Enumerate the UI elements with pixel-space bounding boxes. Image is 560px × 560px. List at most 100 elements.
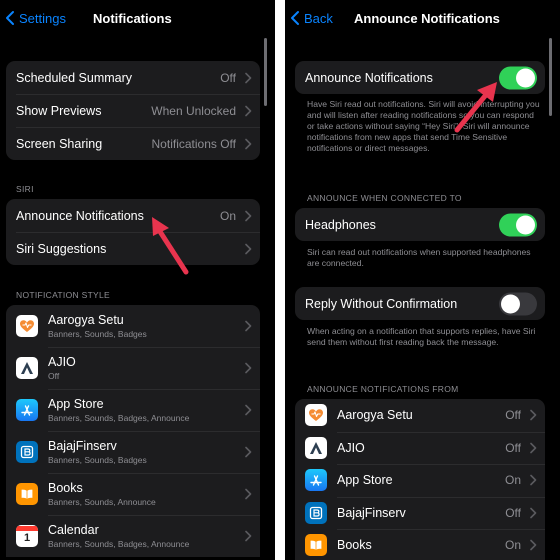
app-row-app-store[interactable]: App Store Banners, Sounds, Badges, Annou… (6, 389, 260, 431)
back-label: Back (304, 10, 333, 26)
app-name: Aarogya Setu (48, 313, 124, 327)
chevron-right-icon (245, 243, 252, 254)
chevron-left-icon (4, 10, 16, 26)
section-header-connected: ANNOUNCE WHEN CONNECTED TO (307, 193, 462, 203)
app-name: Books (48, 481, 83, 495)
annotation-arrow-icon (454, 82, 497, 133)
headphones-footnote: Siri can read out notifications when sup… (307, 247, 531, 268)
app-notification-summary: Banners, Sounds, Announce (48, 497, 156, 507)
annotation-arrow-icon (152, 217, 189, 275)
announce-notifications-screen: Back Announce Notifications Announce Not… (285, 0, 560, 560)
scrollbar[interactable] (549, 38, 552, 116)
ajio-icon (16, 357, 38, 379)
scrollbar[interactable] (264, 38, 267, 106)
app-notification-summary: Banners, Sounds, Badges (48, 455, 147, 465)
headphones-toggle[interactable] (499, 213, 537, 236)
app-name: BajajFinserv (337, 505, 406, 520)
headphones-group: Headphones (295, 208, 545, 241)
app-row-aarogya-setu[interactable]: Aarogya Setu Off (295, 399, 545, 432)
announce-from-list: Aarogya Setu Off AJIO Off App Store On B… (295, 399, 545, 560)
app-row-bajaj-finserv[interactable]: BajajFinserv Banners, Sounds, Badges (6, 431, 260, 473)
row-announce-notifications[interactable]: Announce Notifications (295, 61, 545, 94)
chevron-right-icon (245, 321, 252, 332)
calendar-icon: 1 (16, 525, 38, 547)
app-announce-state: On (504, 473, 521, 488)
page-title: Announce Notifications (354, 11, 500, 26)
chevron-right-icon (245, 363, 252, 374)
row-value: When Unlocked (151, 103, 236, 118)
announce-group: Announce Notifications (295, 61, 545, 94)
row-label: Announce Notifications (305, 70, 433, 85)
bajaj-finserv-icon (305, 501, 327, 524)
row-screen-sharing[interactable]: Screen Sharing Notifications Off (6, 127, 260, 160)
app-notification-summary: Banners, Sounds, Badges (48, 329, 147, 339)
row-scheduled-summary[interactable]: Scheduled Summary Off (6, 61, 260, 94)
toggle-knob (516, 215, 535, 234)
row-announce-notifications[interactable]: Announce Notifications On (6, 199, 260, 232)
page-title: Notifications (93, 11, 172, 26)
chevron-right-icon (245, 531, 252, 542)
app-notification-summary: Off (48, 371, 60, 381)
app-notification-summary: Banners, Sounds, Badges, Announce (48, 539, 190, 549)
row-value: On (219, 208, 236, 223)
reply-without-confirmation-toggle[interactable] (499, 292, 537, 315)
app-row-ajio[interactable]: AJIO Off (6, 347, 260, 389)
chevron-right-icon (245, 405, 252, 416)
app-row-books[interactable]: Books On (295, 529, 545, 560)
app-row-books[interactable]: Books Banners, Sounds, Announce (6, 473, 260, 515)
app-notification-summary: Banners, Sounds, Badges, Announce (48, 413, 190, 423)
navigation-bar: Settings Notifications (0, 0, 275, 38)
row-show-previews[interactable]: Show Previews When Unlocked (6, 94, 260, 127)
chevron-right-icon (530, 410, 537, 421)
app-name: AJIO (337, 440, 365, 455)
row-headphones[interactable]: Headphones (295, 208, 545, 241)
row-label: Reply Without Confirmation (305, 296, 458, 311)
row-label: Headphones (305, 217, 376, 232)
app-store-icon (16, 399, 38, 421)
chevron-left-icon (289, 10, 301, 26)
app-row-aarogya-setu[interactable]: Aarogya Setu Banners, Sounds, Badges (6, 305, 260, 347)
row-value: Off (220, 70, 236, 85)
app-row-app-store[interactable]: App Store On (295, 464, 545, 497)
back-button[interactable]: Back (289, 10, 333, 26)
announce-footnote: Have Siri read out notifications. Siri w… (307, 99, 540, 153)
app-name: App Store (337, 473, 393, 488)
siri-group: Announce Notifications On Siri Suggestio… (6, 199, 260, 265)
notification-style-list: Aarogya Setu Banners, Sounds, Badges AJI… (6, 305, 260, 557)
books-icon (305, 534, 327, 557)
app-name: AJIO (48, 355, 76, 369)
chevron-right-icon (530, 540, 537, 551)
chevron-right-icon (245, 138, 252, 149)
aarogya-setu-icon (16, 315, 38, 337)
app-name: Books (337, 538, 372, 553)
app-name: BajajFinserv (48, 439, 117, 453)
row-value: Notifications Off (151, 136, 236, 151)
announce-notifications-toggle[interactable] (499, 66, 537, 89)
bajaj-finserv-icon (16, 441, 38, 463)
row-reply-without-confirmation[interactable]: Reply Without Confirmation (295, 287, 545, 320)
row-label: Siri Suggestions (16, 241, 107, 256)
app-announce-state: Off (505, 505, 521, 520)
app-announce-state: Off (505, 408, 521, 423)
toggle-knob (516, 68, 535, 87)
chevron-right-icon (530, 475, 537, 486)
calendar-icon-day: 1 (23, 532, 31, 544)
ajio-icon (305, 436, 327, 459)
app-announce-state: On (504, 538, 521, 553)
notifications-screen: Settings Notifications Scheduled Summary… (0, 0, 275, 560)
row-siri-suggestions[interactable]: Siri Suggestions (6, 232, 260, 265)
back-button[interactable]: Settings (4, 10, 66, 26)
app-row-bajaj-finserv[interactable]: BajajFinserv Off (295, 496, 545, 530)
chevron-right-icon (245, 210, 252, 221)
row-label: Scheduled Summary (16, 70, 133, 85)
section-header-siri: SIRI (16, 184, 34, 194)
app-row-ajio[interactable]: AJIO Off (295, 431, 545, 465)
reply-group: Reply Without Confirmation (295, 287, 545, 320)
row-label: Announce Notifications (16, 208, 144, 223)
chevron-right-icon (245, 105, 252, 116)
chevron-right-icon (530, 507, 537, 518)
navigation-bar: Back Announce Notifications (285, 0, 560, 38)
app-row-calendar[interactable]: 1 Calendar Banners, Sounds, Badges, Anno… (6, 515, 260, 557)
books-icon (16, 483, 38, 505)
app-name: Aarogya Setu (337, 408, 413, 423)
